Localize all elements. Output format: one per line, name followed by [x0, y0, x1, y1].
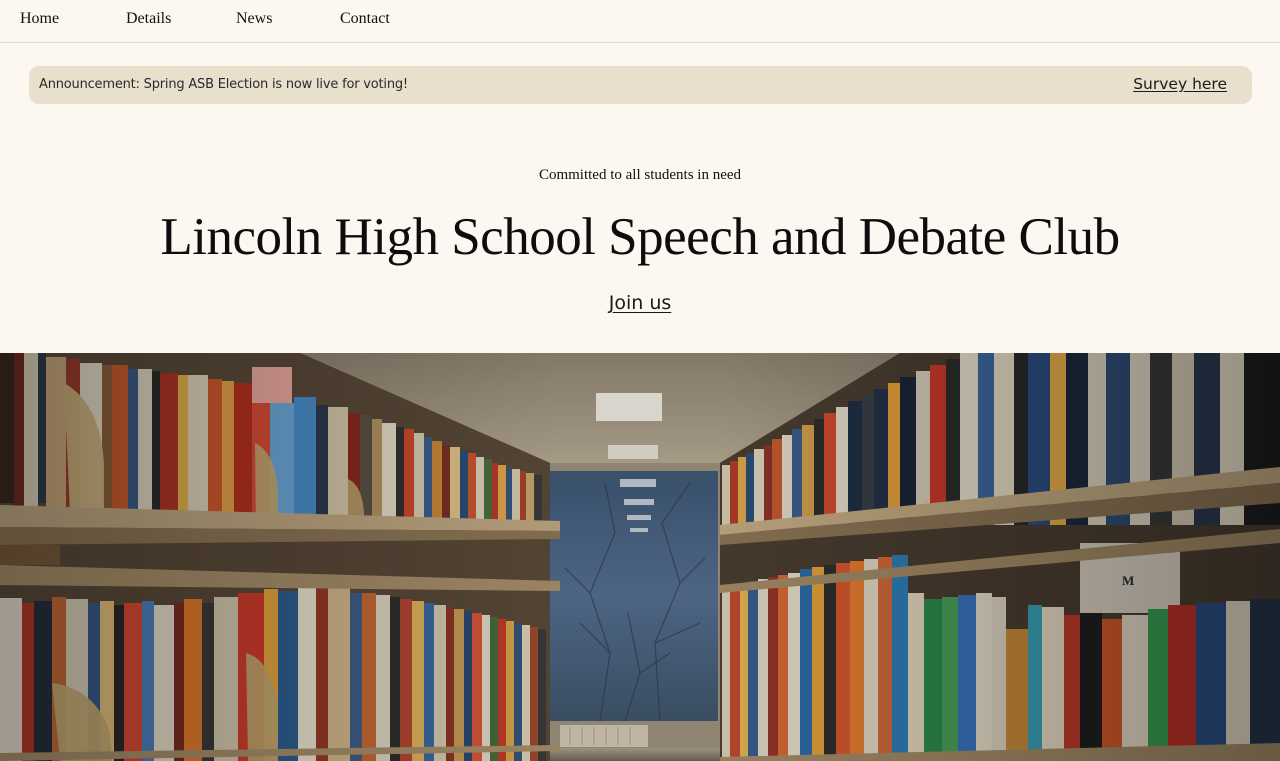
nav-details-link[interactable]: Details	[126, 10, 171, 28]
hero-tagline: Committed to all students in need	[538, 167, 742, 183]
survey-link[interactable]: Survey here	[1133, 75, 1227, 93]
nav-contact-link[interactable]: Contact	[340, 10, 390, 28]
announcement-banner: Announcement: Spring ASB Election is now…	[29, 66, 1252, 104]
join-us-link[interactable]: Join us	[609, 292, 672, 314]
announcement-text: Announcement: Spring ASB Election is now…	[39, 77, 408, 92]
library-bookshelves-image: M	[0, 353, 1280, 761]
top-navigation: Home Details News Contact	[0, 0, 1280, 43]
nav-news-link[interactable]: News	[236, 10, 272, 28]
page-title: Lincoln High School Speech and Debate Cl…	[160, 208, 1120, 266]
join-container: Join us	[0, 292, 1280, 314]
library-hero-image: M	[0, 353, 1280, 761]
nav-home-link[interactable]: Home	[20, 10, 59, 28]
